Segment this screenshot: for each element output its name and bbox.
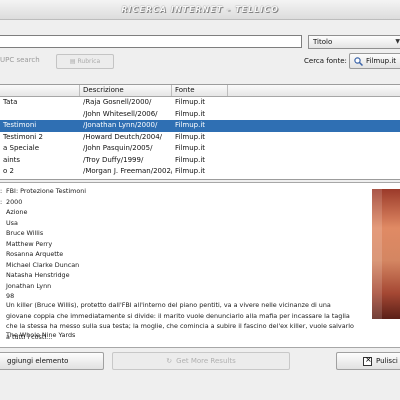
results-table: Descrizione Fonte Tata/Raja Gosnell/2000… — [0, 84, 400, 180]
results-rows: Tata/Raja Gosnell/2000/Filmup.it/John Wh… — [0, 97, 400, 178]
year-field-label: : — [0, 197, 3, 206]
row-source-cell: Filmup.it — [175, 144, 206, 152]
row-source-cell: Filmup.it — [175, 132, 206, 141]
detail-cast-5: Natasha Henstridge — [6, 271, 70, 279]
row-description-cell: /John Pasquin/2005/ — [83, 144, 153, 152]
search-type-select[interactable]: Titolo ▼ — [308, 35, 400, 49]
refresh-icon: ↻ — [166, 357, 173, 365]
column-title[interactable] — [0, 85, 80, 96]
window-title: RICERCA INTERNET - TELLICO — [121, 5, 279, 14]
row-source-cell: Filmup.it — [175, 98, 206, 106]
row-title-cell: a Speciale — [3, 144, 40, 152]
detail-director: Jonathan Lynn — [6, 281, 52, 290]
row-filler-cell — [228, 120, 400, 132]
row-description-cell: /John Whitesell/2006/ — [83, 109, 158, 118]
row-title-cell — [0, 109, 80, 121]
clear-label: Pulisci — [376, 357, 398, 365]
row-title-cell: Testimoni — [3, 121, 37, 129]
search-type-value: Titolo — [313, 38, 333, 46]
row-description-cell: /Raja Gosnell/2000/ — [83, 98, 152, 106]
results-header: Descrizione Fonte — [0, 85, 400, 97]
add-entry-button[interactable]: ggiungi elemento — [0, 352, 104, 370]
chevron-down-icon: ▼ — [395, 38, 400, 45]
row-description-cell: /Jonathan Lynn/2000/ — [83, 121, 158, 129]
source-select-label: Filmup.it — [366, 57, 397, 65]
table-row[interactable]: Tata/Raja Gosnell/2000/Filmup.it — [0, 97, 400, 109]
add-entry-label: ggiungi elemento — [7, 357, 69, 365]
title-bar: RICERCA INTERNET - TELLICO — [0, 0, 400, 20]
bottom-button-bar: ggiungi elemento ↻ Get More Results Puli… — [0, 352, 400, 376]
row-description-cell: /Troy Duffy/1999/ — [83, 155, 144, 164]
row-filler-cell — [228, 155, 400, 167]
sources-label: Cerca fonte: — [304, 57, 347, 65]
search-input[interactable] — [0, 35, 302, 48]
detail-original-title: The Whole Nine Yards — [6, 331, 76, 339]
row-filler-cell — [228, 132, 400, 144]
upc-button[interactable]: ▤ Rubrica — [56, 54, 114, 69]
detail-year: 2000 — [6, 197, 23, 206]
detail-cast-4: Michael Clarke Duncan — [6, 260, 80, 269]
detail-country: Usa — [6, 218, 18, 227]
row-source-cell: Filmup.it — [175, 167, 206, 175]
table-row[interactable]: Testimoni 2/Howard Deutch/2004/Filmup.it — [0, 132, 400, 144]
source-select-button[interactable]: Filmup.it — [349, 53, 400, 69]
row-description-cell: /Howard Deutch/2004/ — [83, 132, 163, 141]
clear-button[interactable]: Pulisci — [336, 352, 400, 370]
entry-detail-panel: : FBI: Protezione Testimoni : 2000 Azion… — [0, 182, 400, 348]
row-source-cell: Filmup.it — [175, 109, 206, 118]
row-filler-cell — [228, 166, 400, 178]
row-filler-cell — [228, 143, 400, 155]
row-filler-cell — [228, 97, 400, 109]
table-row[interactable]: a Speciale/John Pasquin/2005/Filmup.it — [0, 143, 400, 155]
column-description[interactable]: Descrizione — [80, 85, 172, 96]
row-description-cell: /Morgan J. Freeman/2002/ — [83, 167, 172, 175]
row-title-cell: Tata — [3, 98, 18, 106]
column-extra[interactable] — [228, 85, 400, 96]
row-title-cell: Testimoni 2 — [3, 132, 43, 141]
table-row[interactable]: aints/Troy Duffy/1999/Filmup.it — [0, 155, 400, 167]
table-row[interactable]: Testimoni/Jonathan Lynn/2000/Filmup.it — [0, 120, 400, 132]
get-more-results-button[interactable]: ↻ Get More Results — [112, 352, 290, 370]
row-source-cell: Filmup.it — [175, 155, 206, 164]
detail-cast-1: Bruce Willis — [6, 229, 44, 237]
get-more-results-label: Get More Results — [176, 357, 236, 365]
row-title-cell: o 2 — [3, 167, 14, 175]
upc-search-label: UPC search — [0, 56, 40, 64]
row-source-cell: Filmup.it — [175, 121, 206, 129]
book-icon: ▤ — [69, 58, 76, 65]
search-icon — [354, 56, 363, 66]
column-source[interactable]: Fonte — [172, 85, 228, 96]
detail-title: FBI: Protezione Testimoni — [6, 187, 87, 195]
detail-cast-3: Rosanna Arquette — [6, 250, 64, 258]
clear-icon — [363, 355, 372, 366]
movie-poster-image — [372, 189, 400, 319]
detail-genre: Azione — [6, 208, 28, 216]
detail-cast-2: Matthew Perry — [6, 239, 53, 248]
row-filler-cell — [228, 109, 400, 121]
table-row[interactable]: o 2/Morgan J. Freeman/2002/Filmup.it — [0, 166, 400, 178]
detail-runtime: 98 — [6, 292, 15, 300]
title-field-label: : — [0, 187, 3, 195]
table-row[interactable]: /John Whitesell/2006/Filmup.it — [0, 109, 400, 121]
row-title-cell: aints — [3, 155, 21, 164]
upc-button-label: Rubrica — [77, 58, 101, 65]
